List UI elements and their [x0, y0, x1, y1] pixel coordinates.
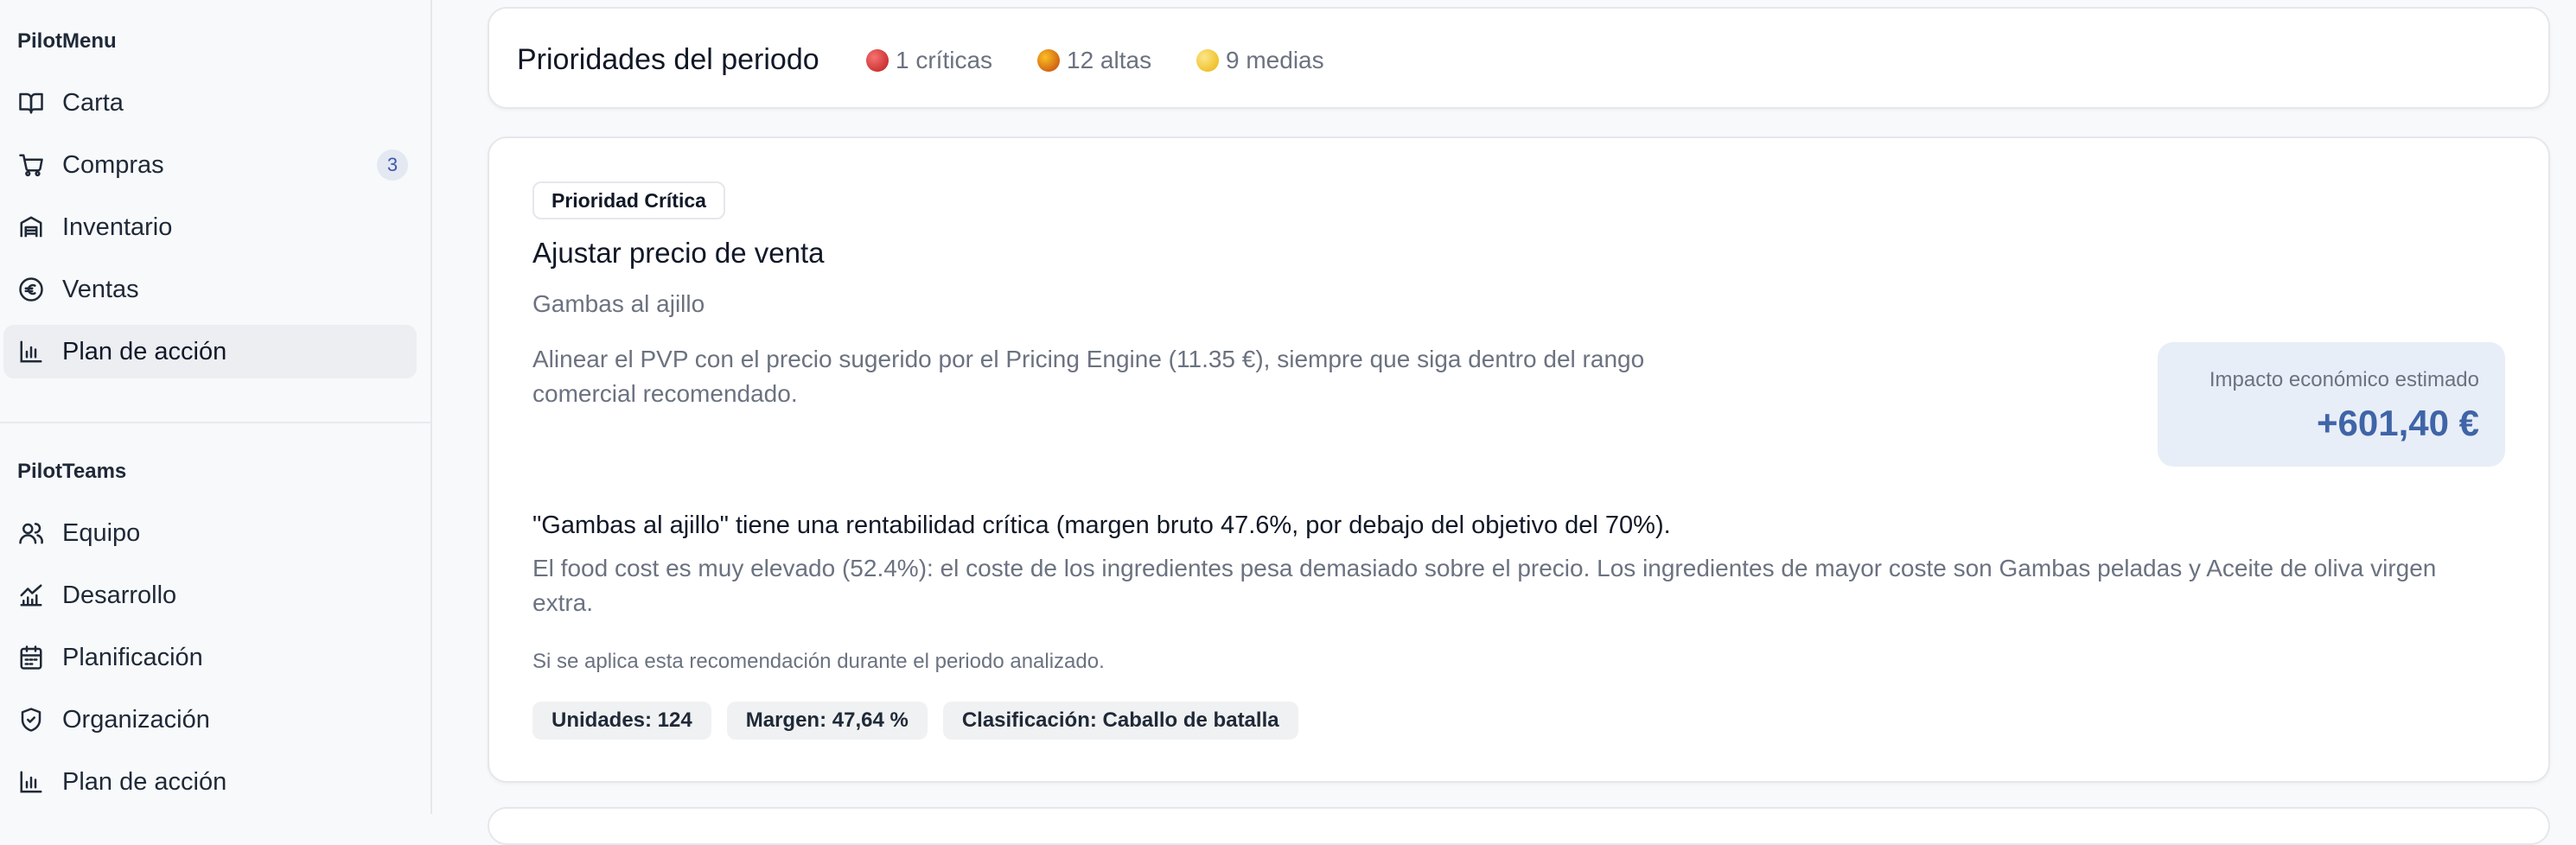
count-badge: 3	[377, 149, 408, 181]
sidebar-item-carta[interactable]: Carta	[3, 76, 417, 130]
impact-box: Impacto económico estimado +601,40 €	[2158, 342, 2505, 467]
cart-icon	[17, 151, 45, 179]
diagnosis-title: "Gambas al ajillo" tiene una rentabilida…	[532, 511, 1671, 539]
sidebar-item-label: Planificación	[62, 643, 203, 671]
high-count: 12 altas	[1037, 47, 1151, 74]
sidebar-item-plan-de-accion-teams[interactable]: Plan de acción	[3, 755, 417, 809]
book-icon	[17, 89, 45, 117]
sidebar-item-organizacion[interactable]: Organización	[3, 693, 417, 747]
diagnosis-text: El food cost es muy elevado (52.4%): el …	[532, 555, 2437, 616]
medium-count: 9 medias	[1196, 47, 1324, 74]
sidebar-item-plan-de-accion[interactable]: Plan de acción	[3, 325, 417, 378]
sidebar-item-label: Plan de acción	[62, 767, 227, 796]
sidebar-item-label: Plan de acción	[62, 337, 227, 365]
sidebar-item-desarrollo[interactable]: Desarrollo	[3, 569, 417, 622]
dish-name: Gambas al ajillo	[532, 290, 705, 317]
sidebar-item-inventario[interactable]: Inventario	[3, 200, 417, 254]
shield-icon	[17, 706, 45, 734]
critical-count: 1 críticas	[866, 47, 992, 74]
warehouse-icon	[17, 213, 45, 241]
sidebar-item-ventas[interactable]: Ventas	[3, 263, 417, 316]
units-tag: Unidades: 124	[532, 702, 711, 740]
sidebar-item-label: Ventas	[62, 275, 139, 303]
recommendation-description: Alinear el PVP con el precio sugerido po…	[532, 346, 1645, 407]
sidebar-item-label: Equipo	[62, 518, 141, 547]
impact-note: Si se aplica esta recomendación durante …	[532, 650, 1105, 673]
bar-chart-icon	[17, 338, 45, 365]
section-title-pilotmenu: PilotMenu	[17, 29, 117, 53]
summary-title: Prioridades del periodo	[517, 43, 819, 76]
sidebar-item-label: Inventario	[62, 213, 173, 241]
orange-circle-icon	[1037, 49, 1060, 72]
priority-chip: Prioridad Crítica	[532, 181, 725, 219]
yellow-circle-icon	[1196, 49, 1219, 72]
impact-label: Impacto económico estimado	[2209, 368, 2479, 391]
euro-icon	[17, 276, 45, 303]
impact-value: +601,40 €	[2316, 403, 2479, 443]
sidebar-item-compras[interactable]: Compras 3	[3, 138, 417, 192]
sidebar-item-label: Organización	[62, 705, 210, 734]
priorities-summary-card: Prioridades del periodo 1 críticas 12 al…	[488, 7, 2550, 109]
next-recommendation-card[interactable]	[488, 807, 2550, 845]
section-title-pilotteams: PilotTeams	[17, 460, 127, 483]
sidebar-item-equipo[interactable]: Equipo	[3, 506, 417, 560]
sidebar-item-label: Compras	[62, 150, 164, 179]
sidebar-divider	[0, 422, 430, 423]
calendar-icon	[17, 644, 45, 671]
recommendation-title: Ajustar precio de venta	[532, 237, 825, 269]
margin-tag: Margen: 47,64 %	[726, 702, 928, 740]
sidebar-item-label: Desarrollo	[62, 581, 177, 609]
recommendation-card[interactable]: Prioridad Crítica Ajustar precio de vent…	[488, 137, 2550, 783]
sidebar: PilotMenu Carta Compras 3 Inventario Ven…	[0, 0, 432, 814]
trend-chart-icon	[17, 581, 45, 609]
metric-tags: Unidades: 124 Margen: 47,64 % Clasificac…	[532, 702, 1298, 740]
red-circle-icon	[866, 49, 889, 72]
sidebar-item-planificacion[interactable]: Planificación	[3, 631, 417, 684]
users-icon	[17, 519, 45, 547]
bar-chart-icon	[17, 768, 45, 796]
classification-tag: Clasificación: Caballo de batalla	[942, 702, 1298, 740]
sidebar-item-label: Carta	[62, 88, 124, 117]
